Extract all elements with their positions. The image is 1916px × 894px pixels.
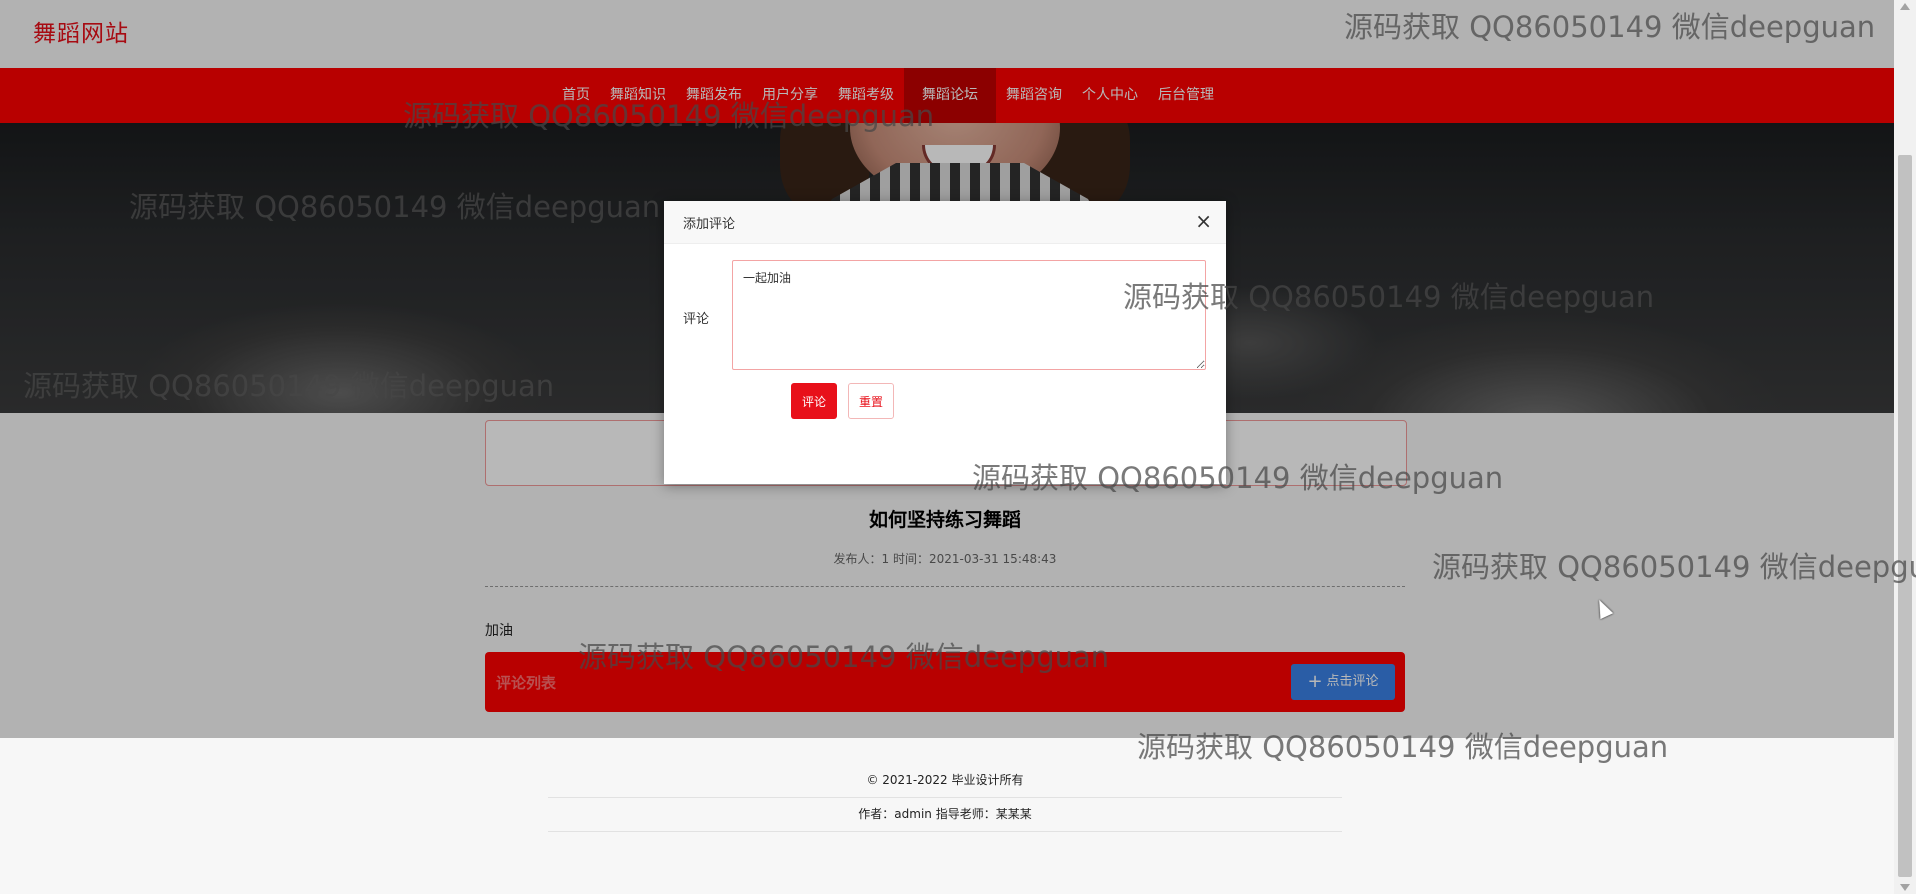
footer-divider bbox=[548, 797, 1342, 798]
footer-divider bbox=[548, 831, 1342, 832]
submit-comment-button[interactable]: 评论 bbox=[791, 383, 837, 419]
add-comment-dialog: 添加评论 × 评论 一起加油 评论 重置 bbox=[664, 201, 1226, 484]
close-icon[interactable]: × bbox=[1195, 209, 1212, 233]
scroll-up-arrow-icon[interactable] bbox=[1900, 3, 1910, 10]
scroll-thumb[interactable] bbox=[1898, 155, 1912, 877]
page-scrollbar[interactable] bbox=[1894, 0, 1916, 894]
comment-textarea[interactable]: 一起加油 bbox=[732, 260, 1206, 370]
comment-field-label: 评论 bbox=[683, 312, 710, 327]
dialog-title: 添加评论 bbox=[683, 217, 736, 232]
reset-button[interactable]: 重置 bbox=[848, 383, 894, 419]
scroll-down-arrow-icon[interactable] bbox=[1900, 884, 1910, 891]
dialog-header: 添加评论 × bbox=[664, 201, 1226, 244]
footer-author: 作者：admin 指导老师：某某某 bbox=[858, 807, 1032, 821]
footer-copyright: © 2021-2022 毕业设计所有 bbox=[866, 773, 1024, 787]
footer: © 2021-2022 毕业设计所有 作者：admin 指导老师：某某某 bbox=[0, 738, 1894, 894]
